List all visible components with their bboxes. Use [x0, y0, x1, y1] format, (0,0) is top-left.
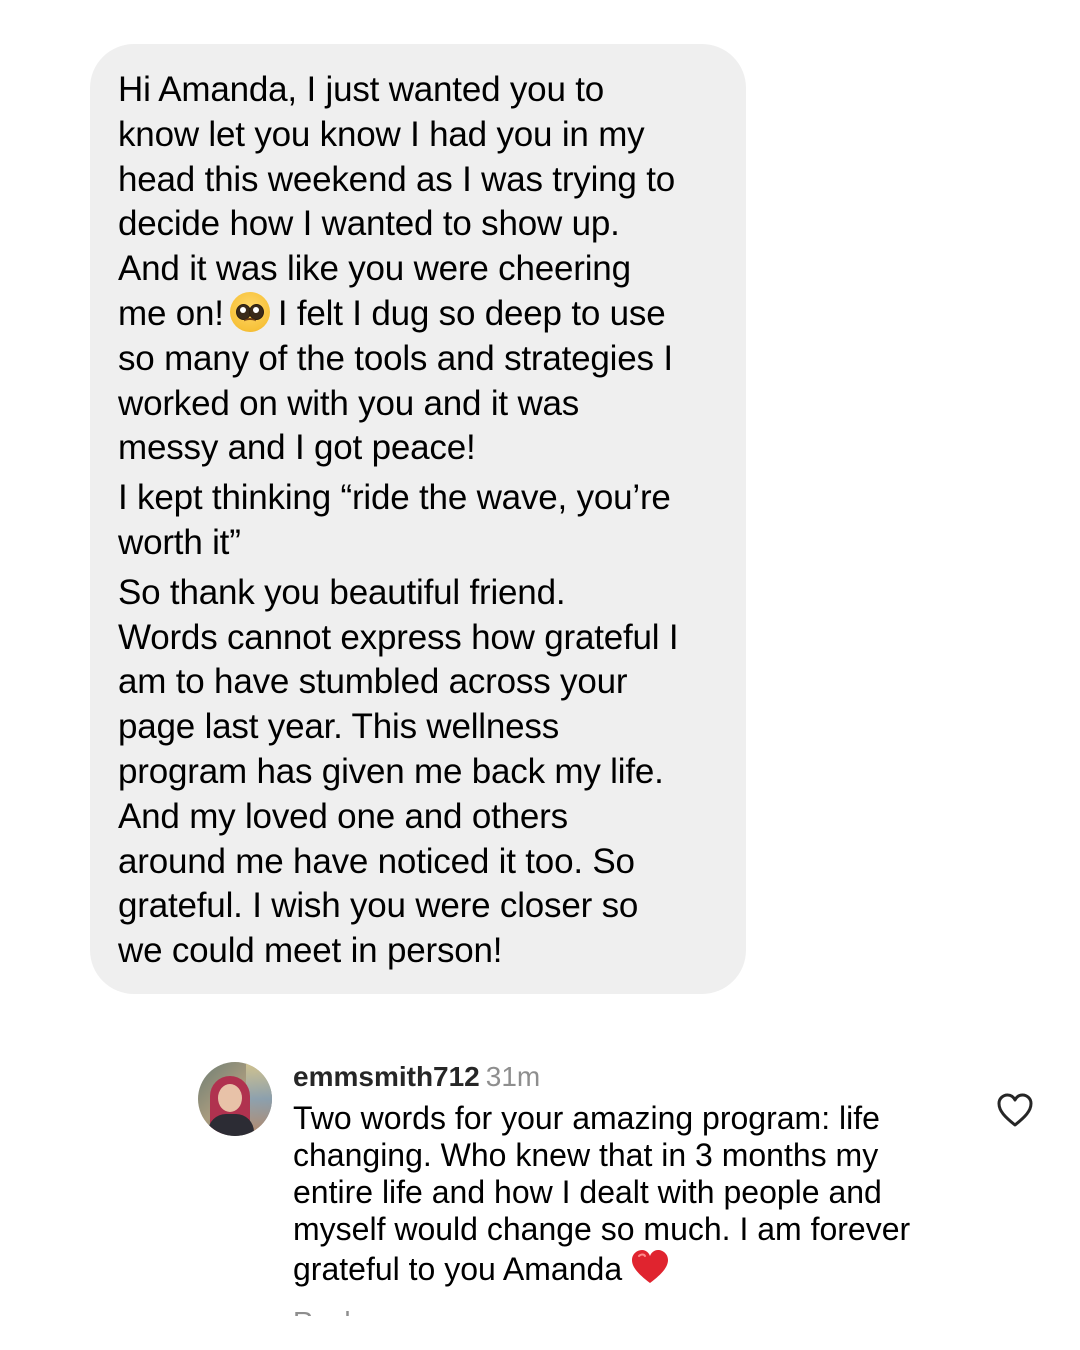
message-line: messy and I got peace! [118, 428, 476, 468]
comment-line: Two words for your amazing program: life [293, 1100, 880, 1136]
message-line-with-emoji: me on! I felt I dug so deep to use [118, 291, 726, 337]
message-line: I kept thinking “ride the wave, you’re [118, 478, 671, 518]
comment-line: myself would change so much. I am foreve… [293, 1211, 911, 1247]
message-paragraph-1: Hi Amanda, I just wanted you to know let… [118, 68, 726, 471]
message-line: we could meet in person! [118, 931, 503, 971]
comment-username[interactable]: emmsmith712 [293, 1061, 480, 1092]
message-line: Hi Amanda, I just wanted you to [118, 70, 605, 109]
message-line: So thank you beautiful friend. [118, 572, 566, 612]
message-line: And it was like you were cheering [118, 249, 631, 289]
red-heart-emoji-icon [632, 1250, 669, 1283]
message-line: page last year. This wellness [118, 707, 560, 747]
message-line: program has given me back my life. [118, 751, 664, 791]
message-paragraph-3: So thank you beautiful friend. Words can… [118, 571, 726, 974]
message-line: know let you know I had you in my [118, 114, 645, 154]
message-line: head this weekend as I was trying to [118, 159, 676, 199]
message-line: around me have noticed it too. So [118, 841, 635, 881]
message-line: am to have stumbled across your [118, 662, 628, 702]
comment-timestamp: 31m [485, 1061, 541, 1092]
message-line: worked on with you and it was [118, 383, 580, 423]
reply-button[interactable]: Reply [293, 1302, 363, 1317]
message-line: grateful. I wish you were closer so [118, 886, 639, 926]
comment-line-with-emoji: grateful to you Amanda [293, 1248, 953, 1288]
message-bubble: Hi Amanda, I just wanted you to know let… [90, 44, 746, 994]
comment-line: entire life and how I dealt with people … [293, 1174, 882, 1210]
comment-text-end: grateful to you Amanda [293, 1251, 623, 1287]
message-line: And my loved one and others [118, 796, 568, 836]
message-paragraph-2: I kept thinking “ride the wave, you’re w… [118, 476, 726, 566]
comment-text: Two words for your amazing program: life… [293, 1100, 953, 1288]
message-line: decide how I wanted to show up. [118, 204, 620, 244]
heart-outline-icon[interactable] [996, 1092, 1034, 1128]
message-line: so many of the tools and strategies I [118, 338, 673, 378]
comment-body: emmsmith712 31m Two words for your amazin… [293, 1060, 953, 1288]
message-line: worth it” [118, 522, 241, 562]
message-text: me on! [118, 293, 224, 333]
avatar[interactable] [198, 1062, 272, 1136]
reply-label: Reply [293, 1308, 363, 1317]
comment-meta: emmsmith712 31m [293, 1060, 953, 1094]
message-text: I felt I dug so deep to use [277, 293, 666, 333]
comment-line: changing. Who knew that in 3 months my [293, 1137, 879, 1173]
message-line: Words cannot express how grateful I [118, 617, 679, 657]
pleading-face-emoji-icon [229, 291, 270, 332]
